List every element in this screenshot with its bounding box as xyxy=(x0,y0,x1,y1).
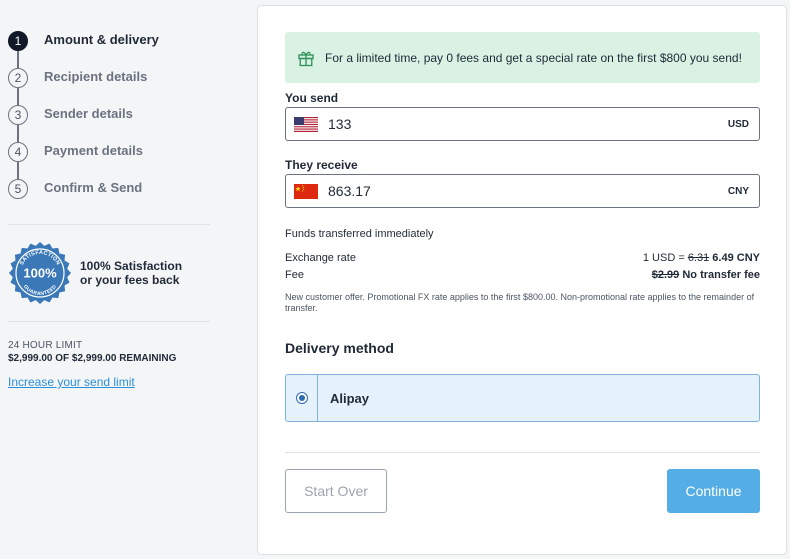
limit-title: 24 HOUR LIMIT xyxy=(8,340,83,351)
exchange-rate-new: 6.49 CNY xyxy=(712,252,760,264)
fee-label: Fee xyxy=(285,269,304,281)
fee-new: No transfer fee xyxy=(682,269,760,281)
fee-value: $2.99 No transfer fee xyxy=(652,269,760,281)
step-number: 5 xyxy=(8,179,28,199)
step-connector xyxy=(17,88,19,105)
limit-remaining: $2,999.00 OF $2,999.00 REMAINING xyxy=(8,353,177,364)
step-label: Amount & delivery xyxy=(44,32,159,47)
step-connector xyxy=(17,51,19,68)
step-amount-delivery: 1 Amount & delivery xyxy=(8,30,159,68)
promo-text: For a limited time, pay 0 fees and get a… xyxy=(325,50,742,65)
receive-amount-field[interactable]: CNY xyxy=(285,174,760,208)
sidebar-divider xyxy=(8,321,210,322)
step-recipient-details: 2 Recipient details xyxy=(8,67,159,105)
progress-steps: 1 Amount & delivery 2 Recipient details … xyxy=(8,30,159,215)
exchange-rate-row: Exchange rate 1 USD = 6.31 6.49 CNY xyxy=(285,252,760,264)
step-connector xyxy=(17,162,19,179)
guarantee-line-2: or your fees back xyxy=(80,273,180,287)
step-payment-details: 4 Payment details xyxy=(8,141,159,179)
delivery-option-label: Alipay xyxy=(330,390,370,406)
radio-cell xyxy=(286,375,318,421)
step-number: 3 xyxy=(8,105,28,125)
receive-currency: CNY xyxy=(727,185,749,197)
delivery-radio[interactable] xyxy=(295,392,308,404)
send-limit: 24 HOUR LIMIT $2,999.00 OF $2,999.00 REM… xyxy=(8,340,176,364)
fee-row: Fee $2.99 No transfer fee xyxy=(285,269,760,281)
receive-label: They receive xyxy=(285,158,358,172)
exchange-rate-old: 6.31 xyxy=(687,252,710,264)
promo-banner: For a limited time, pay 0 fees and get a… xyxy=(285,32,760,83)
card-divider xyxy=(285,452,760,453)
start-over-button[interactable]: Start Over xyxy=(285,469,387,513)
step-number: 2 xyxy=(8,68,28,88)
exchange-rate-value: 1 USD = 6.31 6.49 CNY xyxy=(643,252,760,264)
delivery-option-alipay[interactable]: Alipay xyxy=(285,374,760,422)
radio-selected-dot xyxy=(298,395,305,401)
step-label: Confirm & Send xyxy=(44,180,143,195)
send-currency: USD xyxy=(727,118,749,130)
step-label: Recipient details xyxy=(44,69,148,84)
exchange-rate-label: Exchange rate xyxy=(285,252,356,264)
us-flag-icon xyxy=(294,116,318,132)
funds-transfer-note: Funds transferred immediately xyxy=(285,228,434,240)
step-number: 4 xyxy=(8,142,28,162)
guarantee-line-1: 100% Satisfaction xyxy=(80,259,183,273)
send-label: You send xyxy=(285,91,339,105)
satisfaction-guarantee: SATISFACTION 100% GUARANTEED 100% Satisf… xyxy=(8,241,182,305)
delivery-method-title: Delivery method xyxy=(285,340,394,356)
sidebar: 1 Amount & delivery 2 Recipient details … xyxy=(0,0,220,559)
step-label: Sender details xyxy=(44,106,133,121)
receive-amount-input[interactable] xyxy=(328,183,728,199)
cn-flag-icon xyxy=(294,183,318,199)
step-confirm-send: 5 Confirm & Send xyxy=(8,178,159,215)
satisfaction-seal-icon: SATISFACTION 100% GUARANTEED xyxy=(9,242,71,304)
increase-limit-link[interactable]: Increase your send limit xyxy=(8,375,135,389)
fee-old: $2.99 xyxy=(651,269,680,281)
seal-value-text: 100% xyxy=(23,266,57,281)
step-sender-details: 3 Sender details xyxy=(8,104,159,142)
step-label: Payment details xyxy=(44,143,143,158)
exchange-rate-prefix: 1 USD = xyxy=(642,252,685,264)
step-number: 1 xyxy=(8,31,28,51)
sidebar-divider xyxy=(8,224,210,225)
send-amount-field[interactable]: USD xyxy=(285,107,760,141)
step-connector xyxy=(17,125,19,142)
guarantee-text: 100% Satisfaction or your fees back xyxy=(80,259,182,287)
continue-button[interactable]: Continue xyxy=(667,469,760,513)
gift-icon xyxy=(298,51,314,66)
send-amount-input[interactable] xyxy=(328,116,728,132)
promo-fine-print: New customer offer. Promotional FX rate … xyxy=(285,292,755,313)
transfer-form-card: For a limited time, pay 0 fees and get a… xyxy=(257,5,787,555)
